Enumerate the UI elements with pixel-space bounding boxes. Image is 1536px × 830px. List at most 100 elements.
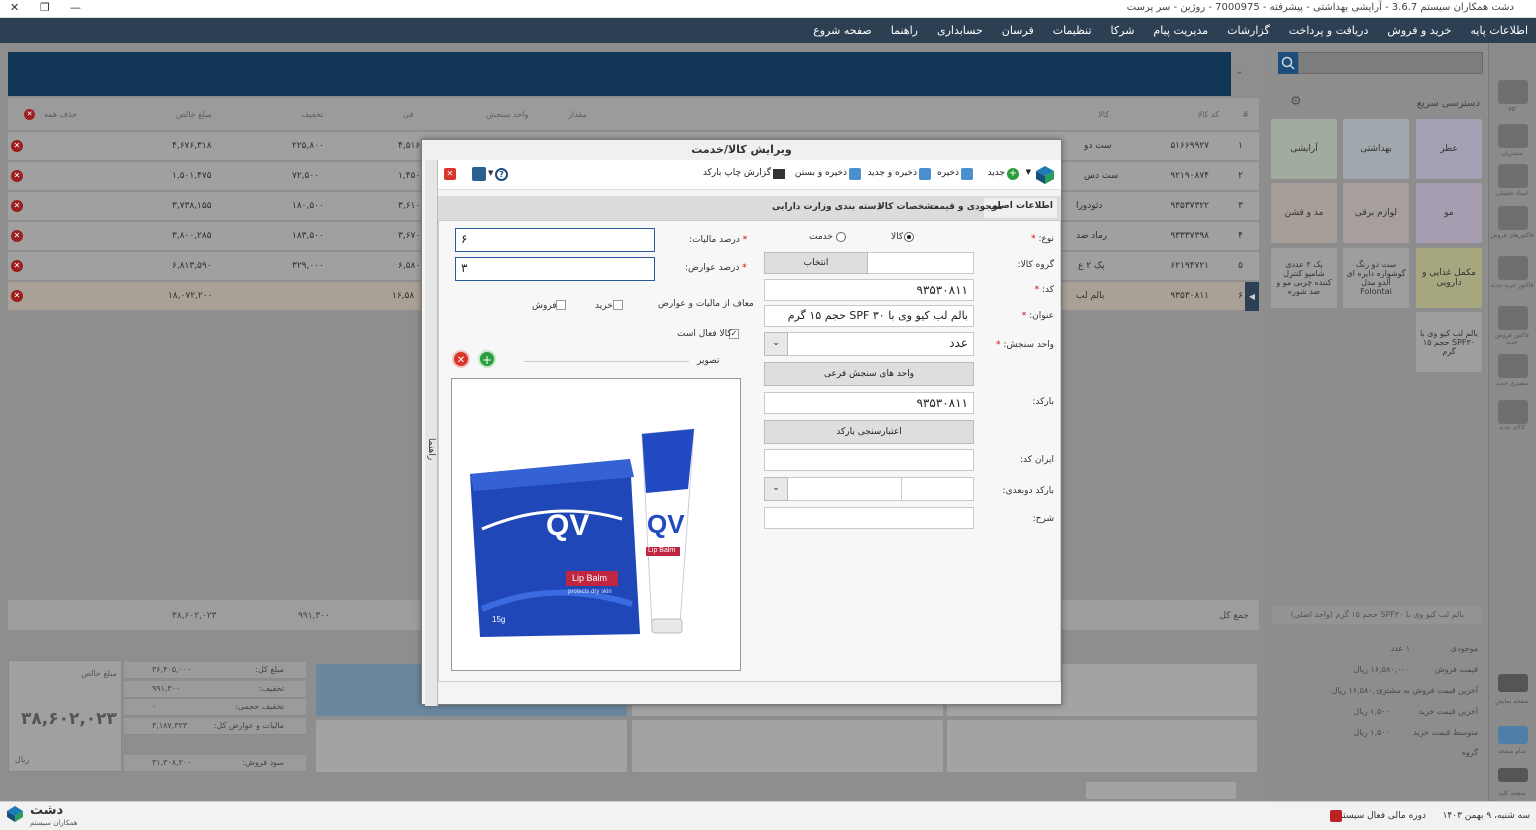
quick-tile[interactable]: آرایشی bbox=[1271, 119, 1337, 179]
iran-code-input[interactable] bbox=[764, 449, 974, 471]
summary-row: مالیات و عوارض کل: ۳,۱۸۷,۳۲۳ bbox=[124, 718, 306, 735]
unit-select[interactable]: عدد bbox=[787, 332, 974, 356]
tab-ministry-category[interactable]: دسته بندی وزارت دارایی bbox=[772, 202, 881, 212]
goods-icon[interactable] bbox=[1498, 80, 1528, 104]
quick-tile[interactable]: مکمل غذایی و دارویی bbox=[1416, 248, 1482, 308]
barcode-icon[interactable] bbox=[773, 169, 785, 179]
delete-row-icon[interactable]: ✕ bbox=[11, 290, 23, 302]
new-sales-invoice-icon[interactable] bbox=[1498, 306, 1528, 330]
tab-goods-specs[interactable]: مشخصات کالا bbox=[878, 202, 939, 212]
new-button[interactable]: جدید bbox=[987, 168, 1005, 178]
save-close-icon[interactable] bbox=[849, 168, 861, 180]
restore-window-button[interactable]: ❐ bbox=[40, 1, 50, 14]
sidebar-label: کالا bbox=[1507, 106, 1517, 113]
remove-image-icon[interactable]: ✕ bbox=[452, 350, 470, 368]
documents-icon[interactable] bbox=[1498, 164, 1528, 188]
save-button[interactable]: ذخیره bbox=[937, 168, 959, 178]
delete-row-icon[interactable]: ✕ bbox=[11, 260, 23, 272]
duty-input[interactable]: ۳ bbox=[455, 257, 655, 281]
quick-search-input[interactable] bbox=[1298, 52, 1483, 74]
close-window-button[interactable]: ✕ bbox=[10, 1, 19, 14]
type-service-radio[interactable] bbox=[836, 232, 846, 242]
menu-item[interactable]: اطلاعات پایه bbox=[1470, 24, 1528, 37]
barcode2d-select[interactable] bbox=[787, 477, 902, 501]
save-and-new-button[interactable]: ذخیره و جدید bbox=[867, 168, 917, 178]
quick-tile[interactable]: لوازم برقی bbox=[1343, 183, 1409, 243]
menu-item[interactable]: مدیریت پیام bbox=[1153, 24, 1208, 37]
title-input[interactable]: بالم لب کیو وی با ۳۰ SPF حجم ۱۵ گرم bbox=[764, 305, 974, 327]
delete-row-icon[interactable]: ✕ bbox=[11, 230, 23, 242]
col-qty: مقدار bbox=[568, 110, 587, 119]
print-barcode-button[interactable]: گزارش چاپ بارکد bbox=[703, 168, 771, 178]
save-icon[interactable] bbox=[961, 168, 973, 180]
menu-item[interactable]: راهنما bbox=[891, 24, 918, 37]
type-goods-radio[interactable] bbox=[904, 232, 914, 242]
new-purchase-invoice-icon[interactable] bbox=[1498, 256, 1528, 280]
search-icon[interactable] bbox=[1278, 52, 1298, 74]
quick-tile[interactable]: بهداشتی bbox=[1343, 119, 1409, 179]
chevron-down-icon[interactable]: ⌄ bbox=[764, 477, 788, 501]
fullscreen-icon[interactable] bbox=[1498, 726, 1528, 744]
minimize-window-button[interactable]: — bbox=[70, 1, 81, 14]
group-input[interactable] bbox=[867, 252, 974, 274]
group-select-button[interactable]: انتخاب bbox=[764, 252, 868, 274]
help-side-tab[interactable]: راهنما bbox=[425, 160, 438, 706]
invoice-chip[interactable] bbox=[1086, 782, 1236, 799]
exempt-buy-checkbox[interactable] bbox=[613, 300, 623, 310]
menu-item[interactable]: شرکا bbox=[1111, 24, 1135, 37]
description-input[interactable] bbox=[764, 507, 974, 529]
unit-label: واحد سنجش: * bbox=[996, 340, 1054, 350]
tax-input[interactable]: ۶ bbox=[455, 228, 655, 252]
total-net: ۳۸,۶۰۲,۰۲۳ bbox=[172, 611, 217, 621]
save-new-icon[interactable] bbox=[919, 168, 931, 180]
notification-icon[interactable] bbox=[1330, 810, 1342, 822]
menu-item[interactable]: فرسان bbox=[1002, 24, 1034, 37]
menu-item[interactable]: صفحه شروع bbox=[813, 24, 872, 37]
delete-row-icon[interactable]: ✕ bbox=[11, 200, 23, 212]
validate-barcode-button[interactable]: اعتبارسنجی بارکد bbox=[764, 420, 974, 444]
help-side-tab-label: راهنما bbox=[426, 438, 436, 461]
quick-tile[interactable]: عطر bbox=[1416, 119, 1482, 179]
gear-icon[interactable]: ⚙ bbox=[1290, 94, 1302, 109]
tab-stock-price[interactable]: موجودی و قیمت bbox=[930, 202, 1003, 212]
quick-tile[interactable]: ست دو رنگ گوشواره دایره ای آلدو مدل Folo… bbox=[1343, 248, 1409, 308]
dropdown-arrow-icon[interactable]: ▼ bbox=[1026, 168, 1031, 176]
chevron-down-icon[interactable]: ⌄ bbox=[764, 332, 788, 356]
menu-item[interactable]: تنظیمات bbox=[1053, 24, 1092, 37]
delete-all-icon[interactable]: ✕ bbox=[24, 109, 35, 120]
quick-tile[interactable]: مو bbox=[1416, 183, 1482, 243]
add-icon[interactable]: + bbox=[1007, 168, 1019, 180]
film-icon[interactable] bbox=[472, 167, 486, 181]
quick-tile[interactable]: بالم لب کیو وی با SPF۳۰ حجم ۱۵ گرم bbox=[1416, 312, 1482, 372]
code-input[interactable]: ۹۳۵۳۰۸۱۱ bbox=[764, 279, 974, 301]
add-image-icon[interactable]: + bbox=[478, 350, 496, 368]
delete-all-label[interactable]: حذف همه bbox=[44, 110, 77, 119]
exempt-sell-checkbox[interactable] bbox=[556, 300, 566, 310]
barcode-input[interactable]: ۹۳۵۳۰۸۱۱ bbox=[764, 392, 974, 414]
new-goods-icon[interactable] bbox=[1498, 400, 1528, 424]
quick-tile[interactable]: مد و فشن bbox=[1271, 183, 1337, 243]
keyboard-icon[interactable] bbox=[1498, 768, 1528, 782]
delete-row-icon[interactable]: ✕ bbox=[11, 140, 23, 152]
customers-icon[interactable] bbox=[1498, 124, 1528, 148]
sales-invoices-icon[interactable] bbox=[1498, 206, 1528, 230]
menu-item[interactable]: خرید و فروش bbox=[1387, 24, 1451, 37]
dropdown-arrow-icon[interactable]: ▼ bbox=[488, 169, 493, 177]
new-customer-icon[interactable] bbox=[1498, 354, 1528, 378]
action-button[interactable] bbox=[316, 720, 627, 772]
menu-item[interactable]: حسابداری bbox=[937, 24, 983, 37]
menu-item[interactable]: دریافت و پرداخت bbox=[1289, 24, 1369, 37]
save-and-close-button[interactable]: ذخیره و بستن bbox=[795, 168, 847, 178]
barcode2d-input[interactable] bbox=[901, 477, 974, 501]
menu-item[interactable]: گزارشات bbox=[1227, 24, 1270, 37]
close-dialog-icon[interactable]: ✕ bbox=[444, 168, 456, 180]
help-icon[interactable]: ? bbox=[495, 168, 508, 181]
net-amount-box: مبلغ خالص ۳۸,۶۰۲,۰۲۳ ریال bbox=[8, 660, 122, 772]
action-button[interactable] bbox=[632, 720, 943, 772]
delete-row-icon[interactable]: ✕ bbox=[11, 170, 23, 182]
chevron-down-icon[interactable]: ⌄ bbox=[1235, 66, 1243, 77]
quick-tile[interactable]: پک ۲ عددی شامپو کنترل کننده چربی مو و ضد… bbox=[1271, 248, 1337, 308]
display-icon[interactable] bbox=[1498, 674, 1528, 692]
action-button[interactable] bbox=[947, 720, 1257, 772]
sub-units-button[interactable]: واحد های سنجش فرعی bbox=[764, 362, 974, 386]
